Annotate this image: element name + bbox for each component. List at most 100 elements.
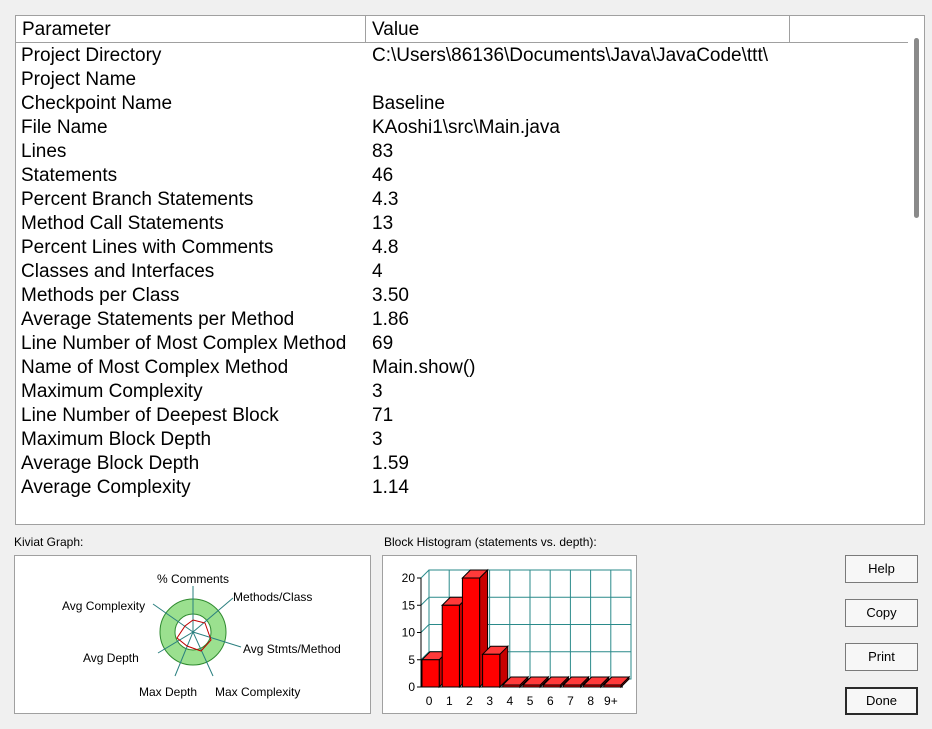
- axis-label-avg-depth: Avg Depth: [83, 651, 139, 665]
- value-cell: 46: [372, 165, 394, 186]
- column-header-parameter[interactable]: Parameter: [16, 16, 366, 43]
- parameter-cell: Checkpoint Name: [21, 93, 173, 114]
- value-cell: C:\Users\86136\Documents\Java\JavaCode\t…: [372, 45, 769, 66]
- print-button[interactable]: Print: [845, 643, 918, 671]
- vertical-scrollbar[interactable]: [908, 16, 924, 524]
- histogram-bar: [583, 684, 602, 688]
- histogram-x-tick-label: 4: [507, 694, 514, 708]
- metrics-table: Parameter Value Project Directory C:\User…: [15, 15, 925, 525]
- histogram-bar: [421, 659, 440, 688]
- value-cell: 3: [372, 381, 383, 402]
- histogram-y-tick-label: 5: [408, 653, 415, 667]
- parameter-cell: Methods per Class: [21, 285, 180, 306]
- parameter-cell: Statements: [21, 165, 118, 186]
- histogram-bar: [461, 577, 481, 688]
- value-cell: 71: [372, 405, 394, 426]
- histogram-y-tick-label: 15: [402, 598, 416, 612]
- histogram-x-tick-label: 6: [547, 694, 554, 708]
- histogram-depth-line: [420, 569, 430, 579]
- value-cell: 1.14: [372, 477, 409, 498]
- value-cell: Main.show(): [372, 357, 476, 378]
- histogram-x-tick-label: 3: [486, 694, 493, 708]
- histogram-bar: [502, 684, 521, 688]
- value-cell: 4.8: [372, 237, 399, 258]
- parameter-cell: Maximum Block Depth: [21, 429, 212, 450]
- histogram-bar: [562, 684, 582, 688]
- value-cell: 3: [372, 429, 383, 450]
- histogram-x-tick-label: 9+: [604, 694, 618, 708]
- parameter-cell: Percent Branch Statements: [21, 189, 254, 210]
- parameter-cell: Average Statements per Method: [21, 309, 295, 330]
- table-row[interactable]: Percent Lines with Comments 4.8: [16, 236, 910, 260]
- table-row[interactable]: Classes and Interfaces 4: [16, 260, 910, 284]
- histogram-bar: [522, 684, 541, 688]
- histogram-bar: [542, 684, 561, 688]
- table-row[interactable]: Percent Branch Statements 4.3: [16, 188, 910, 212]
- value-cell: KAoshi1\src\Main.java: [372, 117, 560, 138]
- kiviat-graph: % Comments Methods/Class Avg Stmts/Metho…: [14, 555, 371, 714]
- axis-label-max-complexity: Max Complexity: [215, 685, 300, 699]
- parameter-cell: Average Complexity: [21, 477, 191, 498]
- table-row[interactable]: Average Block Depth 1.59: [16, 452, 910, 476]
- histogram-bar: [603, 684, 622, 688]
- table-row[interactable]: Average Statements per Method 1.86: [16, 308, 910, 332]
- table-row[interactable]: Checkpoint Name Baseline: [16, 92, 910, 116]
- scrollbar-thumb[interactable]: [914, 38, 919, 218]
- table-row[interactable]: Maximum Block Depth 3: [16, 428, 910, 452]
- axis-label-avg-complexity: Avg Complexity: [62, 599, 145, 613]
- value-cell: 83: [372, 141, 394, 162]
- table-row[interactable]: Lines 83: [16, 140, 910, 164]
- table-row[interactable]: Name of Most Complex Method Main.show(): [16, 356, 910, 380]
- table-row[interactable]: Line Number of Deepest Block 71: [16, 404, 910, 428]
- table-header: Parameter Value: [16, 16, 910, 43]
- block-histogram: 0 5 10 15 20 0 1 2 3 4 5 6 7 8 9+: [382, 555, 637, 714]
- value-cell: 1.59: [372, 453, 409, 474]
- histogram-label: Block Histogram (statements vs. depth):: [384, 535, 597, 549]
- table-row[interactable]: Statements 46: [16, 164, 910, 188]
- column-header-value[interactable]: Value: [366, 16, 790, 43]
- kiviat-graph-label: Kiviat Graph:: [14, 535, 84, 549]
- parameter-cell: Percent Lines with Comments: [21, 237, 274, 258]
- parameter-cell: Name of Most Complex Method: [21, 357, 289, 378]
- value-cell: 1.86: [372, 309, 409, 330]
- value-cell: 4: [372, 261, 383, 282]
- table-row[interactable]: File Name KAoshi1\src\Main.java: [16, 116, 910, 140]
- help-button[interactable]: Help: [845, 555, 918, 583]
- value-cell: 69: [372, 333, 394, 354]
- histogram-depth-line: [420, 596, 430, 606]
- table-row[interactable]: Project Name: [16, 68, 910, 92]
- table-row[interactable]: Project Directory C:\Users\86136\Document…: [16, 44, 910, 68]
- histogram-y-tick-label: 20: [402, 571, 416, 585]
- histogram-x-tick-label: 8: [587, 694, 594, 708]
- parameter-cell: Lines: [21, 141, 67, 162]
- table-body: Project Directory C:\Users\86136\Document…: [16, 44, 910, 500]
- histogram-y-tick-label: 10: [402, 626, 416, 640]
- table-row[interactable]: Method Call Statements 13: [16, 212, 910, 236]
- histogram-x-tick-label: 7: [567, 694, 574, 708]
- axis-label-comments: % Comments: [157, 572, 229, 586]
- histogram-bar: [482, 653, 501, 688]
- histogram-x-tick-label: 0: [426, 694, 433, 708]
- parameter-cell: Classes and Interfaces: [21, 261, 215, 282]
- histogram-x-tick-label: 5: [527, 694, 534, 708]
- histogram-x-tick-label: 2: [466, 694, 473, 708]
- kiviat-graph-svg: % Comments Methods/Class Avg Stmts/Metho…: [62, 572, 341, 699]
- table-row[interactable]: Average Complexity 1.14: [16, 476, 910, 500]
- histogram-bar: [441, 604, 460, 688]
- parameter-cell: Project Directory: [21, 45, 162, 66]
- copy-button[interactable]: Copy: [845, 599, 918, 627]
- table-row[interactable]: Maximum Complexity 3: [16, 380, 910, 404]
- value-cell: Baseline: [372, 93, 445, 114]
- axis-label-methods-class: Methods/Class: [233, 590, 312, 604]
- parameter-cell: Method Call Statements: [21, 213, 224, 234]
- table-row[interactable]: Line Number of Most Complex Method 69: [16, 332, 910, 356]
- axis-label-max-depth: Max Depth: [139, 685, 197, 699]
- parameter-cell: File Name: [21, 117, 108, 138]
- table-row[interactable]: Methods per Class 3.50: [16, 284, 910, 308]
- value-cell: 4.3: [372, 189, 399, 210]
- value-cell: [366, 68, 372, 92]
- histogram-svg: 051015200 1 2 3 4 5 6 7 8 9+: [402, 568, 632, 708]
- parameter-cell: Line Number of Most Complex Method: [21, 333, 347, 354]
- done-button[interactable]: Done: [845, 687, 918, 715]
- histogram-y-tick-label: 0: [408, 680, 415, 694]
